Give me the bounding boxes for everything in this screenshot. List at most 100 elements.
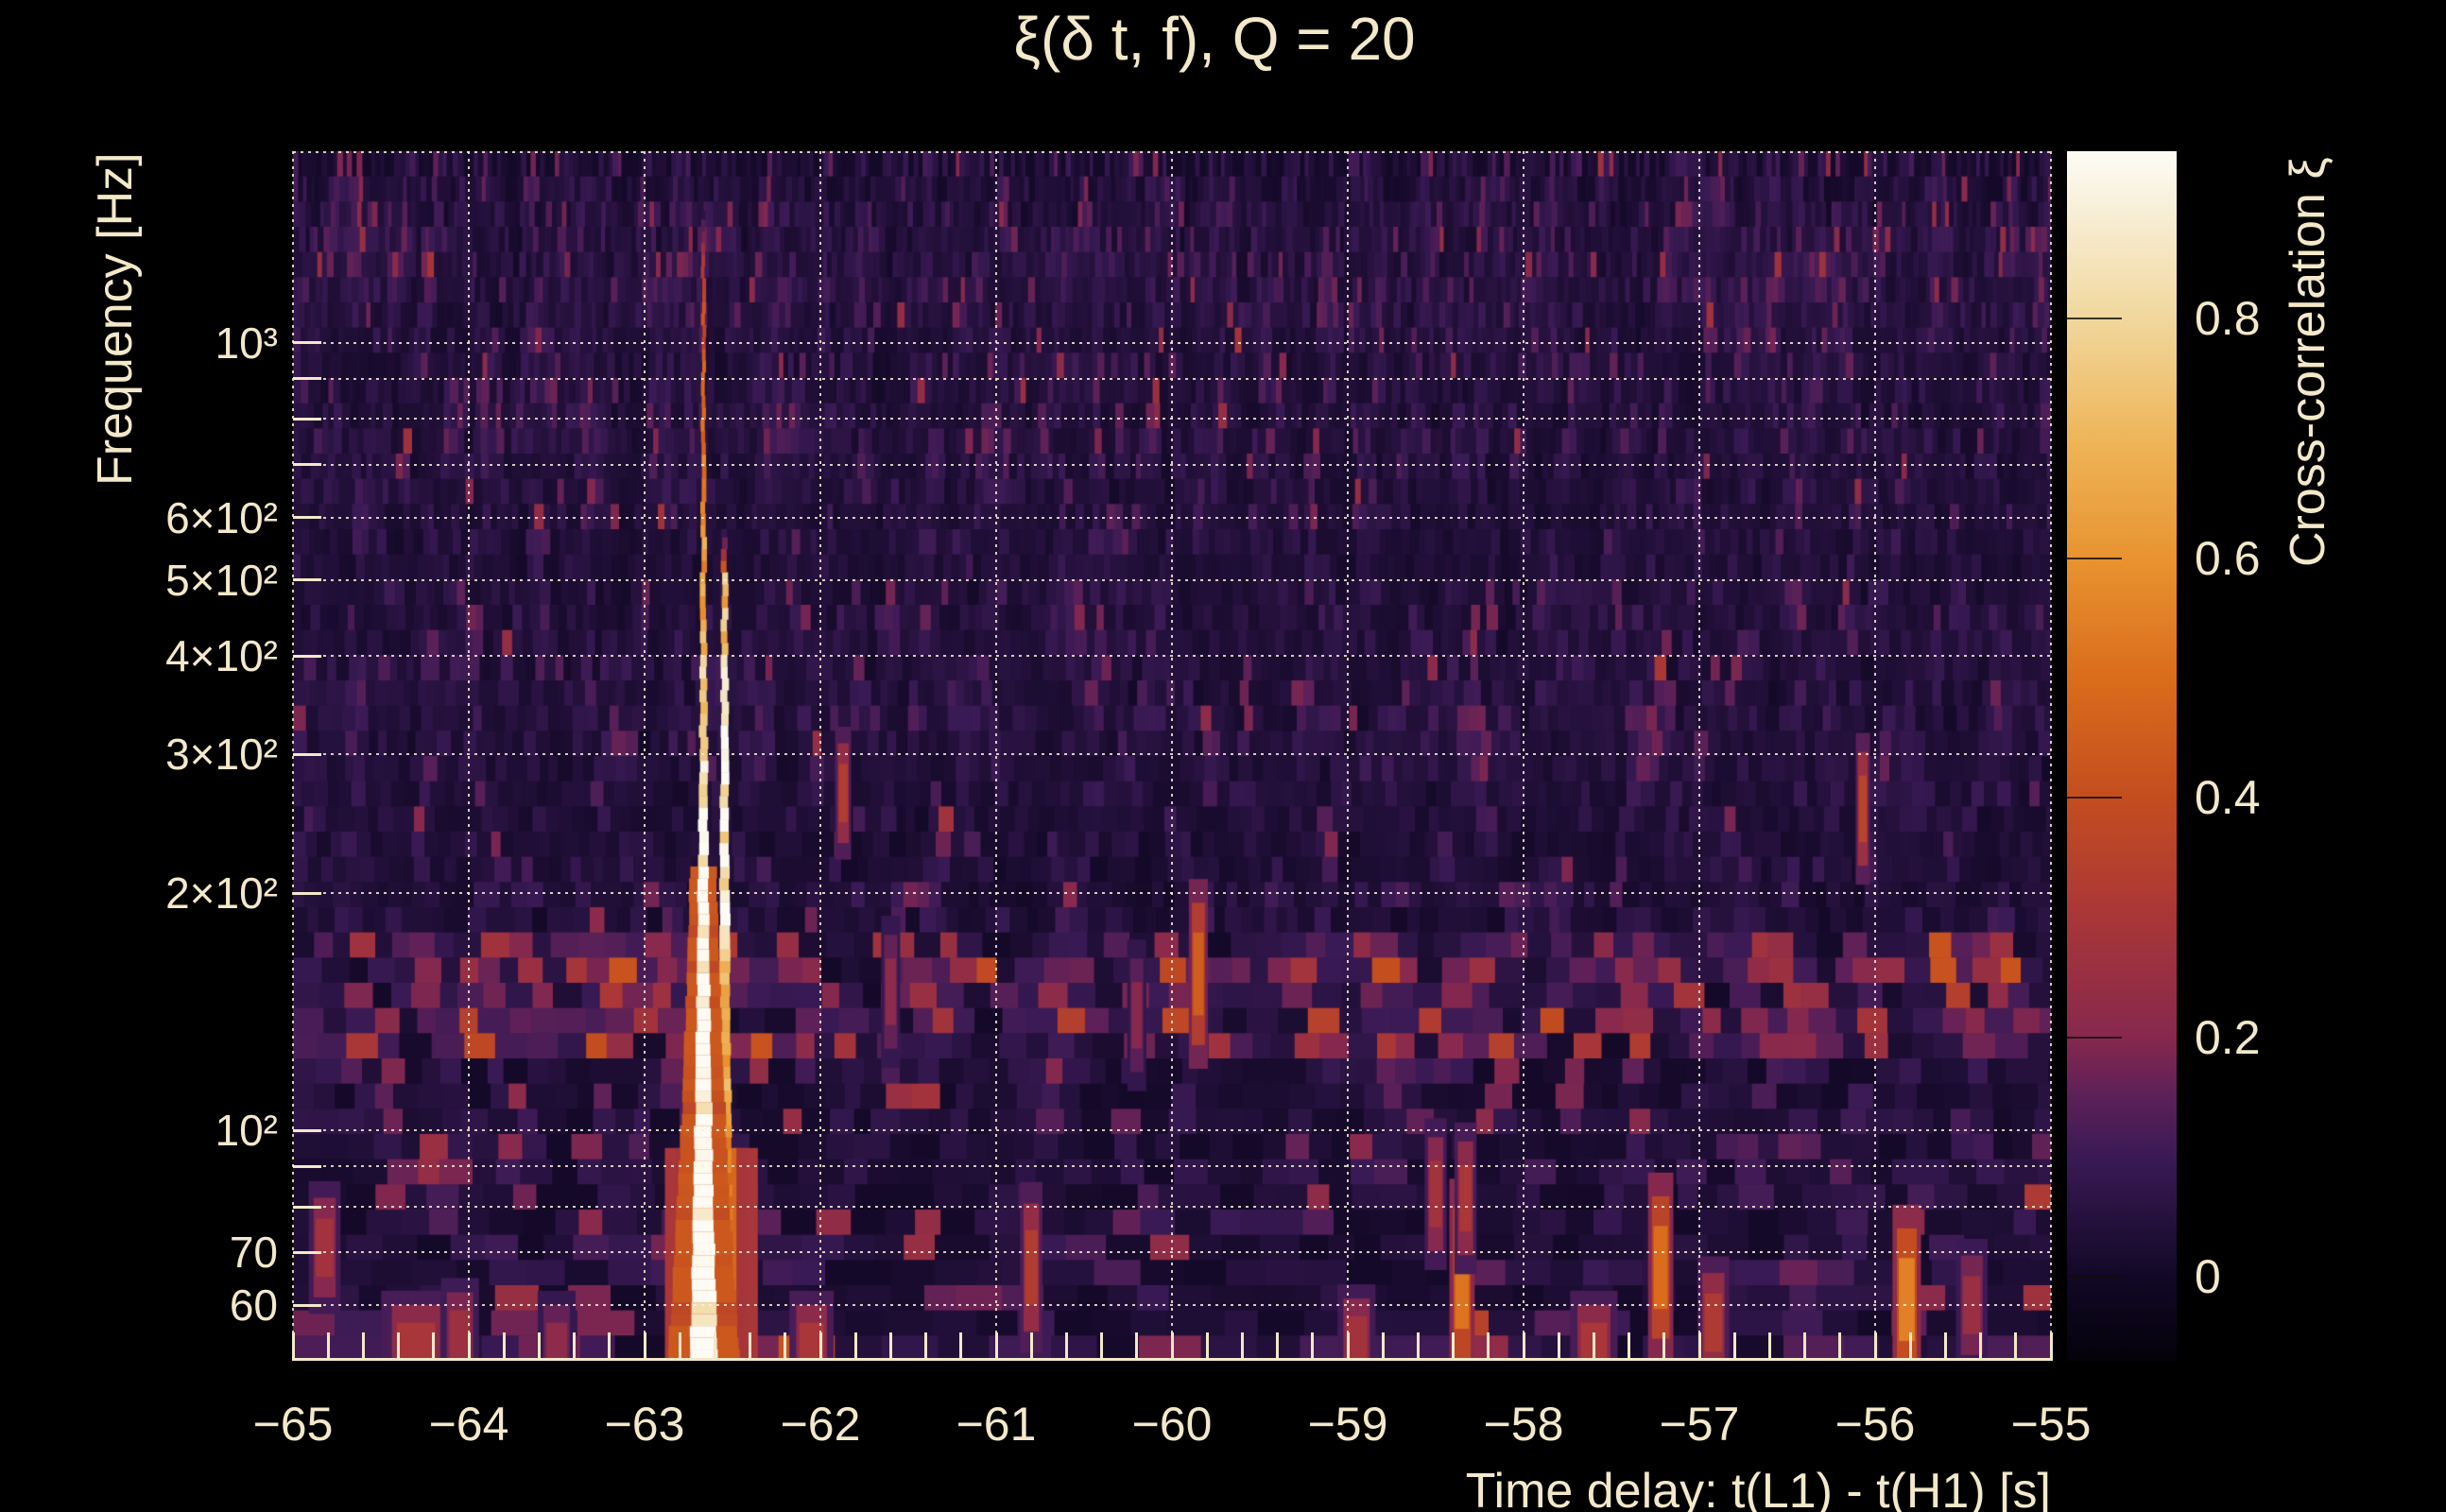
plot-area [291, 151, 2053, 1361]
colorbar-tick-mark [2067, 1276, 2122, 1279]
x-tick-mark [1452, 1332, 1456, 1361]
x-tick-label: −65 [252, 1398, 334, 1451]
y-tick-label: 3×10² [165, 730, 278, 780]
colorbar-tick-label: 0.6 [2195, 531, 2261, 585]
y-tick-mark [293, 752, 321, 756]
y-tick-mark [293, 1303, 321, 1307]
x-tick-label: −62 [780, 1398, 861, 1451]
x-tick-mark [361, 1332, 365, 1361]
colorbar-tick-label: 0.2 [2195, 1010, 2261, 1064]
y-tick-mark [293, 1250, 321, 1254]
x-tick-mark [1767, 1332, 1771, 1361]
x-tick-mark [1381, 1332, 1385, 1361]
y-tick-mark [293, 1128, 321, 1132]
x-tick-mark [1557, 1332, 1560, 1361]
x-tick-mark [1487, 1332, 1490, 1361]
x-axis-title: Time delay: t(L1) - t(H1) [s] [1465, 1464, 2051, 1512]
gridline-y [293, 516, 2051, 519]
x-tick-mark [713, 1332, 716, 1361]
y-tick-label: 60 [229, 1280, 278, 1331]
gridline-x [2050, 151, 2052, 1361]
x-tick-mark [537, 1332, 541, 1361]
gridline-x [1698, 151, 1700, 1361]
gridline-x [1874, 151, 1876, 1361]
x-tick-label: −56 [1834, 1398, 1916, 1451]
colorbar-tick-mark [2067, 797, 2122, 799]
x-tick-mark [1943, 1332, 1947, 1361]
y-tick-mark [293, 654, 321, 658]
gridline-y [293, 892, 2051, 895]
gridline-y [293, 1165, 2051, 1168]
gridline-x [1523, 151, 1524, 1361]
colorbar-tick-label: 0.4 [2195, 771, 2261, 825]
gridline-y [293, 1129, 2051, 1132]
x-tick-label: −57 [1659, 1398, 1740, 1451]
x-tick-mark [1592, 1332, 1595, 1361]
gridline-y [293, 377, 2051, 380]
colorbar-tick-mark [2067, 318, 2122, 320]
x-tick-label: −59 [1307, 1398, 1388, 1451]
x-tick-mark [326, 1332, 330, 1361]
x-tick-mark [397, 1332, 401, 1361]
x-tick-mark [643, 1332, 646, 1361]
x-tick-mark [1803, 1332, 1807, 1361]
y-tick-mark [293, 578, 321, 582]
gridline-y [293, 1251, 2051, 1254]
x-tick-label: −64 [428, 1398, 509, 1451]
chart-title: ξ(δ t, f), Q = 20 [1013, 5, 1416, 73]
x-tick-mark [1979, 1332, 1983, 1361]
gridline-x [995, 151, 997, 1361]
gridline-y [293, 578, 2051, 581]
x-tick-mark [573, 1332, 577, 1361]
x-tick-mark [1732, 1332, 1736, 1361]
gridline-y [293, 1206, 2051, 1208]
y-tick-mark [293, 377, 321, 381]
x-tick-mark [749, 1332, 752, 1361]
x-tick-mark [1908, 1332, 1912, 1361]
y-tick-label: 2×10² [165, 868, 278, 919]
x-tick-mark [608, 1332, 612, 1361]
x-tick-mark [1170, 1332, 1174, 1361]
plot-top-border [293, 151, 2051, 153]
gridline-y [293, 418, 2051, 421]
x-tick-mark [1311, 1332, 1315, 1361]
x-tick-label: −61 [956, 1398, 1037, 1451]
gridline-y [293, 341, 2051, 344]
colorbar-tick-label: 0 [2195, 1250, 2221, 1304]
y-tick-mark [293, 463, 321, 467]
y-tick-label: 70 [229, 1228, 278, 1278]
x-tick-mark [1873, 1332, 1877, 1361]
y-tick-label: 5×10² [165, 555, 278, 605]
x-tick-mark [1416, 1332, 1420, 1361]
gridline-x [1347, 151, 1349, 1361]
y-tick-mark [293, 1205, 321, 1209]
x-tick-mark [502, 1332, 506, 1361]
x-tick-label: −60 [1131, 1398, 1213, 1451]
x-tick-mark [432, 1332, 436, 1361]
x-tick-mark [1697, 1332, 1701, 1361]
x-tick-label: −63 [604, 1398, 685, 1451]
y-tick-label: 4×10² [165, 631, 278, 681]
x-tick-mark [1522, 1332, 1525, 1361]
figure: ξ(δ t, f), Q = 20 Frequency [Hz] Time de… [0, 0, 2446, 1512]
x-tick-mark [1240, 1332, 1244, 1361]
x-tick-mark [1628, 1332, 1631, 1361]
y-tick-label: 10³ [215, 318, 278, 368]
colorbar [2067, 151, 2177, 1361]
colorbar-tick-mark [2067, 557, 2122, 559]
x-tick-mark [1135, 1332, 1139, 1361]
x-tick-label: −55 [2010, 1398, 2092, 1451]
gridline-x [819, 151, 821, 1361]
x-tick-mark [1029, 1332, 1033, 1361]
x-tick-mark [818, 1332, 822, 1361]
x-tick-mark [2049, 1332, 2053, 1361]
y-tick-mark [293, 891, 321, 895]
x-tick-mark [853, 1332, 857, 1361]
gridline-y [293, 655, 2051, 658]
x-tick-mark [467, 1332, 471, 1361]
gridline-y [293, 463, 2051, 466]
x-tick-mark [994, 1332, 998, 1361]
y-tick-mark [293, 516, 321, 520]
x-tick-mark [678, 1332, 681, 1361]
gridline-y [293, 753, 2051, 756]
